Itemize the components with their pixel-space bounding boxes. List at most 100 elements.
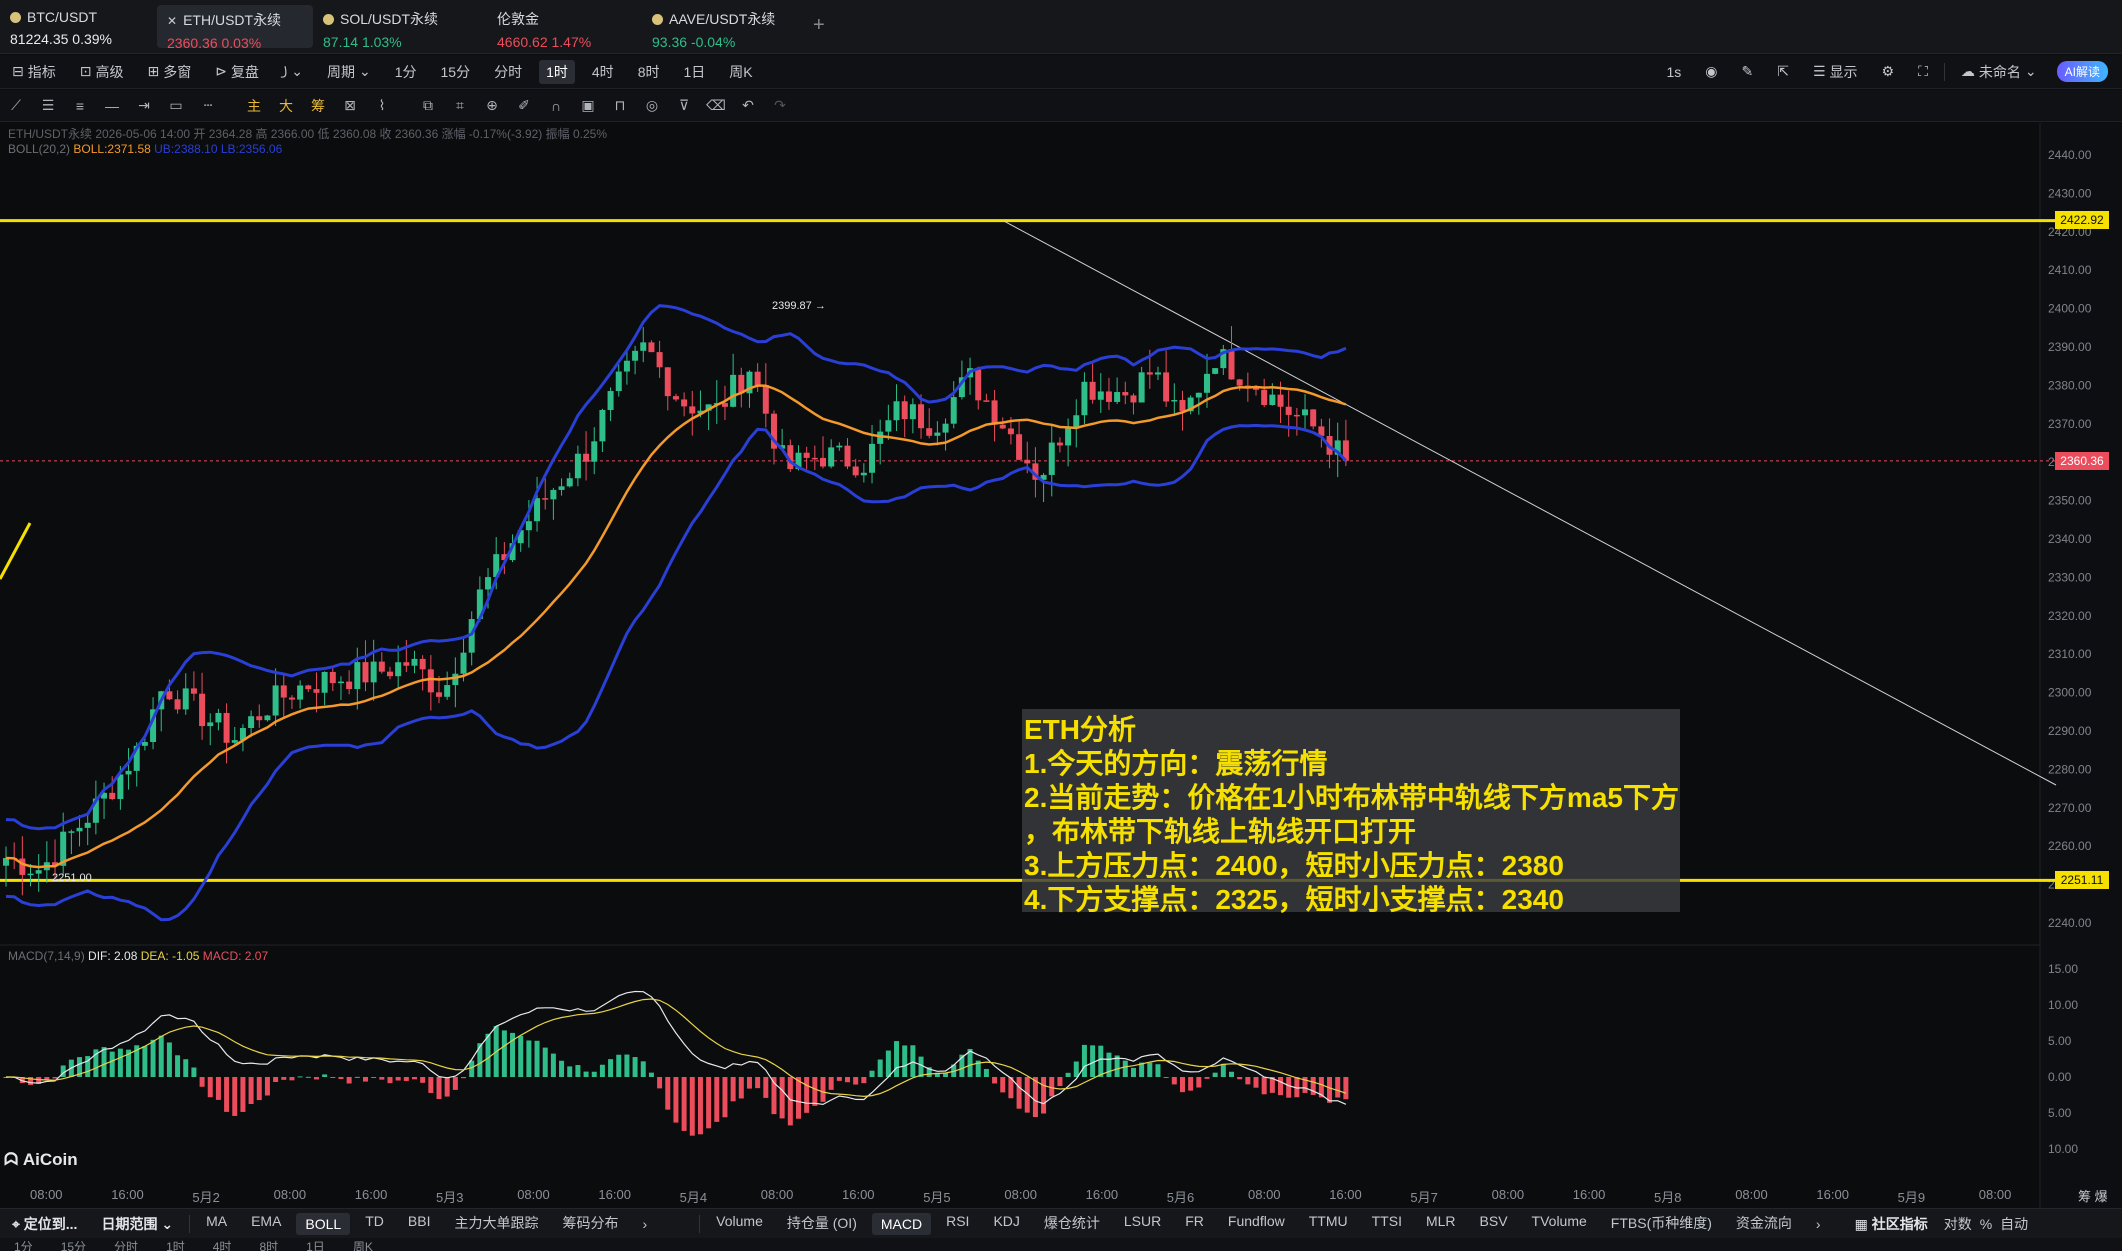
- marker-icon[interactable]: ✐: [508, 97, 540, 114]
- indicators-button[interactable]: ⊟ 指标: [0, 62, 68, 82]
- sub-indicator-tab-11[interactable]: MLR: [1414, 1213, 1468, 1235]
- strip-interval-5[interactable]: 8时: [259, 1240, 278, 1251]
- sub-indicator-tab-5[interactable]: 爆仓统计: [1032, 1213, 1112, 1235]
- close-icon[interactable]: ✕: [167, 14, 177, 28]
- strip-interval-2[interactable]: 分时: [114, 1240, 138, 1251]
- chart-type-button[interactable]: ꠸ ⌄: [271, 62, 315, 81]
- interval-time[interactable]: 分时: [482, 62, 534, 82]
- percent-toggle[interactable]: %: [1976, 1216, 1996, 1232]
- pencil-icon[interactable]: ✎: [1730, 63, 1766, 80]
- time-axis-right[interactable]: 筹 爆: [2078, 1186, 2108, 1205]
- main-indicator-tab-2[interactable]: BOLL: [296, 1212, 351, 1235]
- magnet-icon[interactable]: ∩: [540, 98, 572, 114]
- interval-4h[interactable]: 4时: [580, 62, 626, 82]
- auto-toggle[interactable]: 自动: [1996, 1214, 2032, 1234]
- time-tick: 16:00: [1329, 1187, 1362, 1202]
- trash-icon[interactable]: ⌫: [700, 97, 732, 114]
- list-tool-icon[interactable]: ☰: [32, 97, 64, 114]
- sub-indicator-tab-15[interactable]: 资金流向: [1724, 1213, 1804, 1235]
- ticker-tab-aave[interactable]: AAVE/USDT永续 93.36 -0.04%: [627, 0, 797, 53]
- chevron-right-icon[interactable]: ›: [630, 1216, 659, 1232]
- ticker-tab-btc[interactable]: BTC/USDT 81224.35 0.39%: [0, 0, 157, 53]
- interval-week[interactable]: 周K: [717, 62, 764, 82]
- ticker-tab-sol[interactable]: SOL/USDT永续 87.14 1.03%: [313, 0, 470, 53]
- strip-interval-7[interactable]: 周K: [353, 1240, 373, 1251]
- ai-read-button[interactable]: AI解读: [2056, 61, 2108, 82]
- interval-15m[interactable]: 15分: [429, 62, 483, 82]
- chip-label-icon[interactable]: 筹: [302, 96, 334, 116]
- strip-interval-0[interactable]: 1分: [14, 1240, 33, 1251]
- copy-icon[interactable]: ⧉: [412, 97, 444, 114]
- sub-indicator-tab-10[interactable]: TTSI: [1360, 1213, 1414, 1235]
- dotted-line-icon[interactable]: ┄: [192, 97, 224, 114]
- sub-indicator-tab-0[interactable]: Volume: [704, 1213, 775, 1235]
- sub-indicator-tab-3[interactable]: RSI: [934, 1213, 981, 1235]
- horizontal-line-icon[interactable]: —: [96, 98, 128, 114]
- lock-icon[interactable]: ⊓: [604, 97, 636, 114]
- interval-1h[interactable]: 1时: [539, 59, 575, 84]
- sub-indicator-tab-1[interactable]: 持仓量 (OI): [775, 1213, 869, 1235]
- strip-interval-6[interactable]: 1日: [306, 1240, 325, 1251]
- chart-area[interactable]: 2440.00 2430.00 2420.00 2410.00 2400.00 2390.…: [0, 123, 2122, 1210]
- advanced-button[interactable]: ⊡ 高级: [68, 62, 136, 82]
- big-label-icon[interactable]: 大: [270, 96, 302, 116]
- candle-body: [672, 396, 679, 400]
- sub-indicator-tab-14[interactable]: FTBS(币种维度): [1599, 1213, 1724, 1235]
- ruler-icon[interactable]: ⌗: [444, 97, 476, 114]
- main-indicator-tab-5[interactable]: 主力大单跟踪: [442, 1213, 550, 1235]
- candlestick-chart[interactable]: 2440.002430.002420.002410.002400.002390.…: [0, 123, 2122, 1210]
- undo-icon[interactable]: ↶: [732, 97, 764, 114]
- sub-indicator-tab-8[interactable]: Fundflow: [1216, 1213, 1297, 1235]
- main-indicator-tab-4[interactable]: BBI: [396, 1213, 443, 1235]
- speed-button[interactable]: 1s: [1655, 64, 1694, 80]
- sub-indicator-tab-12[interactable]: BSV: [1468, 1213, 1520, 1235]
- strip-interval-4[interactable]: 4时: [213, 1240, 232, 1251]
- eye-icon[interactable]: ◎: [636, 97, 668, 114]
- period-dropdown[interactable]: 周期 ⌄: [315, 62, 383, 82]
- interval-8h[interactable]: 8时: [626, 62, 672, 82]
- strip-interval-1[interactable]: 15分: [61, 1240, 86, 1251]
- macd-bar: [1130, 1067, 1136, 1077]
- main-indicator-tab-3[interactable]: TD: [353, 1213, 396, 1235]
- ticker-tab-gold[interactable]: 伦敦金 4660.62 1.47%: [470, 0, 627, 53]
- sub-indicator-tab-7[interactable]: FR: [1173, 1213, 1216, 1235]
- ray-icon[interactable]: ⇥: [128, 97, 160, 114]
- add-tab-button[interactable]: +: [797, 0, 841, 53]
- line-tool-icon[interactable]: ⟋: [0, 97, 32, 114]
- layout-dropdown[interactable]: ☁ 未命名 ⌄: [1949, 62, 2049, 82]
- multi-window-button[interactable]: ⊞ 多窗: [135, 62, 203, 82]
- share-icon[interactable]: ⇱: [1765, 63, 1801, 80]
- fullscreen-icon[interactable]: ⛶: [1906, 63, 1940, 80]
- strip-interval-3[interactable]: 1时: [166, 1240, 185, 1251]
- sub-indicator-tab-9[interactable]: TTMU: [1297, 1213, 1360, 1235]
- log-scale-toggle[interactable]: 对数: [1940, 1214, 1976, 1234]
- main-indicator-tab-1[interactable]: EMA: [239, 1213, 293, 1235]
- sub-indicator-tab-2[interactable]: MACD: [871, 1212, 932, 1235]
- brush-icon[interactable]: ⌇: [366, 97, 398, 114]
- redo-icon[interactable]: ↷: [764, 97, 796, 114]
- camera-icon[interactable]: ◉: [1693, 63, 1729, 80]
- zoom-icon[interactable]: ⊕: [476, 97, 508, 114]
- sub-indicator-list: Volume 持仓量 (OI) MACD RSI KDJ 爆仓统计 LSUR FR Fundfl…: [704, 1212, 1804, 1235]
- replay-button[interactable]: ⊳ 复盘: [203, 62, 271, 82]
- filter-icon[interactable]: ⊽: [668, 97, 700, 114]
- rectangle-icon[interactable]: ▭: [160, 97, 192, 114]
- main-label-icon[interactable]: 主: [238, 96, 270, 116]
- parallel-tool-icon[interactable]: ≡: [64, 98, 96, 114]
- main-indicator-tab-0[interactable]: MA: [194, 1213, 239, 1235]
- main-indicator-tab-6[interactable]: 筹码分布: [550, 1213, 630, 1235]
- ticker-tab-eth[interactable]: ✕ ETH/USDT永续 2360.36 0.03%: [157, 5, 313, 51]
- community-indicators-button[interactable]: ▦ 社区指标: [1843, 1214, 1940, 1234]
- interval-1m[interactable]: 1分: [383, 62, 429, 82]
- locate-button[interactable]: ⌖ 定位到...: [0, 1214, 89, 1234]
- interval-1d[interactable]: 1日: [671, 62, 717, 82]
- pattern-icon[interactable]: ⊠: [334, 97, 366, 114]
- sub-indicator-tab-4[interactable]: KDJ: [981, 1213, 1031, 1235]
- display-button[interactable]: ☰ 显示: [1801, 62, 1870, 82]
- chevron-right-icon[interactable]: ›: [1804, 1216, 1833, 1232]
- date-range-dropdown[interactable]: 日期范围 ⌄: [89, 1214, 185, 1234]
- sub-indicator-tab-6[interactable]: LSUR: [1112, 1213, 1173, 1235]
- sub-indicator-tab-13[interactable]: TVolume: [1520, 1213, 1599, 1235]
- gear-icon[interactable]: ⚙: [1870, 63, 1907, 80]
- image-icon[interactable]: ▣: [572, 97, 604, 114]
